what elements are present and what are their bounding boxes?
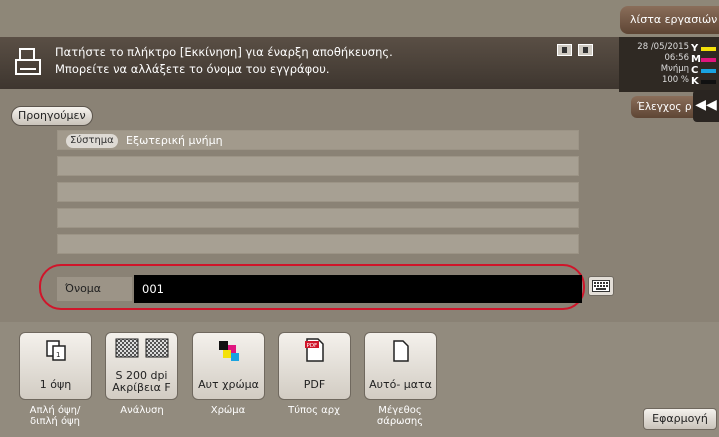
name-row-highlight: Όνομα 001	[39, 264, 585, 310]
list-row-empty	[57, 208, 579, 228]
resolution-icon	[115, 338, 168, 358]
color-caption: Χρώμα	[210, 405, 246, 416]
toner-y: Y	[691, 43, 717, 54]
status-date: 28 /05/2015	[637, 42, 689, 52]
collapse-panel-icon[interactable]: ◀◀	[693, 90, 719, 122]
simplex-icon: 1	[45, 340, 66, 361]
svg-text:PDF: PDF	[306, 343, 317, 349]
document-size-icon	[392, 340, 409, 362]
scan-size-caption: Μέγεθος σάρωσης	[376, 405, 424, 427]
toner-c: C	[691, 65, 717, 76]
status-panel: 28 /05/2015 06:56 Μνήμη 100 % Y M C K	[619, 37, 719, 92]
simplex-caption: Απλή όψη/ διπλή όψη	[29, 405, 81, 427]
file-type-caption: Τύπος αρχ	[288, 405, 340, 416]
toner-k: K	[691, 76, 717, 87]
alert-icon[interactable]	[578, 44, 593, 56]
resolution-value: S 200 dpi Ακρίβεια F	[112, 369, 171, 394]
keyboard-icon[interactable]	[588, 276, 614, 296]
device-status-icon[interactable]	[557, 44, 572, 56]
resolution-caption: Ανάλυση	[120, 405, 164, 416]
destination-path: Εξωτερική μνήμη	[126, 134, 223, 147]
message-line-1: Πατήστε το πλήκτρο [Εκκίνηση] για έναρξη…	[55, 45, 393, 59]
resolution-button[interactable]: S 200 dpi Ακρίβεια F	[105, 332, 178, 400]
color-value: Αυτ χρώμα	[198, 378, 259, 391]
list-row-empty	[57, 156, 579, 176]
document-name-field[interactable]: 001	[134, 275, 582, 303]
message-line-2: Μπορείτε να αλλάξετε το όνομα του εγγράφ…	[55, 62, 330, 76]
apply-button[interactable]: Εφαρμογή	[643, 408, 717, 430]
list-row-empty	[57, 234, 579, 254]
memory-label: Μνήμη	[660, 64, 689, 74]
system-badge: Σύστημα	[66, 134, 118, 148]
name-label: Όνομα	[57, 277, 132, 301]
memory-value: 100 %	[661, 75, 689, 85]
list-row-empty	[57, 182, 579, 202]
printer-icon	[15, 48, 41, 75]
message-bar: Πατήστε το πλήκτρο [Εκκίνηση] για έναρξη…	[0, 37, 619, 89]
color-icon	[218, 341, 239, 361]
pdf-file-icon: PDF	[304, 338, 324, 362]
file-type-value: PDF	[303, 378, 326, 391]
simplex-value: 1 όψη	[39, 378, 72, 391]
scan-size-button[interactable]: Αυτό- ματα	[364, 332, 437, 400]
job-list-button[interactable]: λίστα εργασιών	[620, 6, 719, 34]
scan-size-value: Αυτό- ματα	[369, 378, 432, 391]
previous-button[interactable]: Προηγούμεν	[11, 106, 93, 126]
destination-path-row[interactable]: Σύστημα Εξωτερική μνήμη	[57, 130, 579, 150]
toner-m: M	[691, 54, 717, 65]
destination-list: Σύστημα Εξωτερική μνήμη	[57, 130, 579, 260]
color-button[interactable]: Αυτ χρώμα	[192, 332, 265, 400]
file-type-button[interactable]: PDF PDF	[278, 332, 351, 400]
simplex-duplex-button[interactable]: 1 1 όψη	[19, 332, 92, 400]
top-strip	[0, 0, 719, 37]
status-time: 06:56	[664, 53, 690, 63]
svg-text:1: 1	[56, 351, 60, 359]
